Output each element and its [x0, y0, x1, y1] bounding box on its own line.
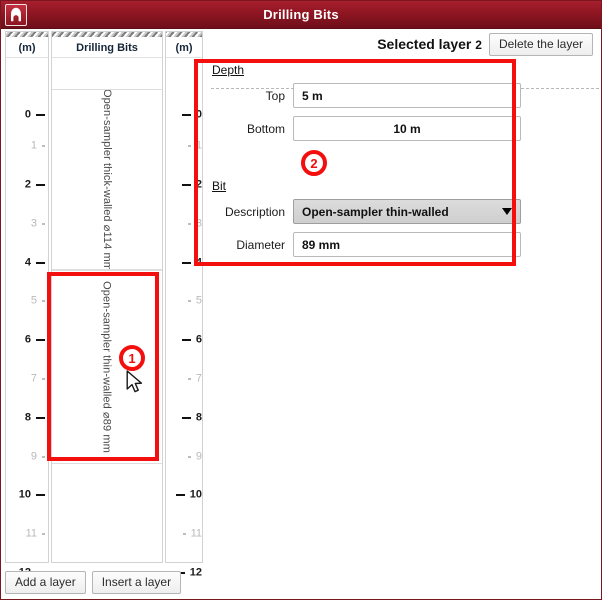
drilling-bits-body: Open-sampler thick-walled ⌀114 mm Open-s… [52, 57, 162, 562]
tick-mark [187, 145, 191, 147]
drilling-bits-window: Drilling Bits (m) 0 1 2 3 4 5 6 7 8 9 10 [0, 0, 602, 600]
top-depth-input[interactable]: 5 m [293, 83, 521, 108]
tick-mark [181, 339, 191, 341]
depth-ticks-left: 0 1 2 3 4 5 6 7 8 9 10 11 12 [6, 58, 48, 578]
tick-label: 11 [25, 527, 37, 539]
tick-label: 0 [195, 108, 202, 120]
layer-properties-pane: Selected layer 2 Delete the layer Depth … [205, 30, 601, 561]
tick-label: 1 [195, 139, 202, 151]
bit-diameter-label: Diameter [236, 237, 285, 252]
tick-label: 3 [195, 217, 202, 229]
tick-mark [36, 494, 45, 496]
selected-layer-number: 2 [475, 38, 482, 52]
log-layer-1-label: Open-sampler thick-walled ⌀114 mm [101, 89, 113, 270]
selected-layer-header: Selected layer 2 Delete the layer [205, 32, 593, 56]
bit-description-select[interactable]: Open-sampler thin-walled [293, 199, 521, 224]
tick-label: 2 [24, 178, 31, 190]
tick-mark [181, 184, 191, 186]
depth-group-title: Depth [212, 63, 245, 77]
tick-mark [182, 533, 186, 535]
tick-label: 7 [30, 372, 37, 384]
tick-mark [187, 223, 191, 225]
bit-description-label: Description [224, 204, 285, 219]
tick-mark [36, 262, 45, 264]
selected-layer-text: Selected layer 2 [377, 36, 482, 52]
depth-scale-right-column: (m) 0 1 2 3 4 5 6 7 8 9 10 11 12 [165, 31, 203, 578]
chevron-down-icon [502, 208, 512, 215]
tick-mark [36, 339, 45, 341]
tick-mark [187, 300, 191, 302]
drilling-bits-header: Drilling Bits [76, 41, 138, 54]
tick-label: 12 [189, 566, 202, 578]
tick-label: 0 [24, 108, 31, 120]
tick-label: 1 [30, 139, 37, 151]
tick-label: 10 [18, 488, 31, 500]
tick-label: 11 [190, 527, 202, 539]
insert-layer-button[interactable]: Insert a layer [91, 571, 182, 594]
add-layer-button[interactable]: Add a layer [5, 571, 86, 594]
depth-scale-left-body: 0 1 2 3 4 5 6 7 8 9 10 11 12 [6, 57, 48, 578]
bit-description-value: Open-sampler thin-walled [302, 204, 449, 219]
tick-mark [187, 456, 191, 458]
log-layer-1[interactable]: Open-sampler thick-walled ⌀114 mm [52, 89, 162, 270]
tick-mark [181, 114, 191, 116]
tick-mark [42, 300, 45, 302]
tick-label: 8 [195, 411, 202, 423]
layer-action-buttons: Add a layer Insert a layer [5, 571, 182, 594]
tick-mark [42, 223, 45, 225]
depth-scale-left-column: (m) 0 1 2 3 4 5 6 7 8 9 10 11 12 [5, 31, 49, 578]
top-depth-label: Top [265, 88, 285, 103]
tick-mark [42, 378, 45, 380]
bottom-depth-field: Bottom 10 m [205, 116, 521, 141]
bottom-depth-input[interactable]: 10 m [293, 116, 521, 141]
tick-mark [36, 114, 45, 116]
depth-ticks-right: 0 1 2 3 4 5 6 7 8 9 10 11 12 [166, 58, 202, 578]
tick-label: 10 [189, 488, 202, 500]
log-layer-2[interactable]: Open-sampler thin-walled ⌀89 mm [52, 270, 162, 464]
layer-property-form: Depth Top 5 m Bottom 10 m Bit Descriptio… [205, 63, 521, 265]
tick-mark [36, 417, 45, 419]
tick-label: 9 [195, 450, 202, 462]
tick-label: 6 [24, 333, 31, 345]
form-spacer [205, 149, 521, 179]
tick-label: 7 [195, 372, 202, 384]
tick-label: 6 [195, 333, 202, 345]
tick-label: 5 [195, 294, 202, 306]
tick-mark [42, 456, 45, 458]
tick-mark [181, 417, 191, 419]
top-depth-field: Top 5 m [205, 83, 521, 108]
tick-mark [36, 184, 45, 186]
window-title: Drilling Bits [263, 7, 339, 22]
app-icon [5, 3, 27, 26]
tick-mark [42, 533, 45, 535]
depth-scale-right-body: 0 1 2 3 4 5 6 7 8 9 10 11 12 [166, 57, 202, 578]
bit-group-title: Bit [212, 179, 227, 193]
depth-scale-right-header: (m) [175, 41, 193, 54]
window-titlebar: Drilling Bits [1, 1, 601, 29]
depth-scale-left-header: (m) [18, 41, 36, 54]
tick-label: 4 [195, 256, 202, 268]
tick-label: 3 [30, 217, 37, 229]
bit-diameter-input[interactable]: 89 mm [293, 232, 521, 257]
tick-mark [187, 378, 191, 380]
tick-label: 5 [30, 294, 37, 306]
bottom-depth-label: Bottom [246, 121, 285, 136]
tick-mark [175, 494, 185, 496]
tick-label: 4 [24, 256, 31, 268]
delete-layer-button[interactable]: Delete the layer [488, 32, 593, 56]
bit-description-field: Description Open-sampler thin-walled [205, 199, 521, 224]
selected-layer-label: Selected layer [377, 36, 472, 52]
tick-label: 9 [30, 450, 37, 462]
log-layer-2-label: Open-sampler thin-walled ⌀89 mm [100, 281, 113, 453]
tick-label: 2 [195, 178, 202, 190]
bit-diameter-field: Diameter 89 mm [205, 232, 521, 257]
tick-mark [42, 145, 45, 147]
tick-mark [181, 262, 191, 264]
tick-label: 8 [24, 411, 31, 423]
borehole-log-panel: (m) 0 1 2 3 4 5 6 7 8 9 10 11 12 [5, 31, 203, 578]
drilling-bits-column: Drilling Bits Open-sampler thick-walled … [51, 31, 163, 563]
